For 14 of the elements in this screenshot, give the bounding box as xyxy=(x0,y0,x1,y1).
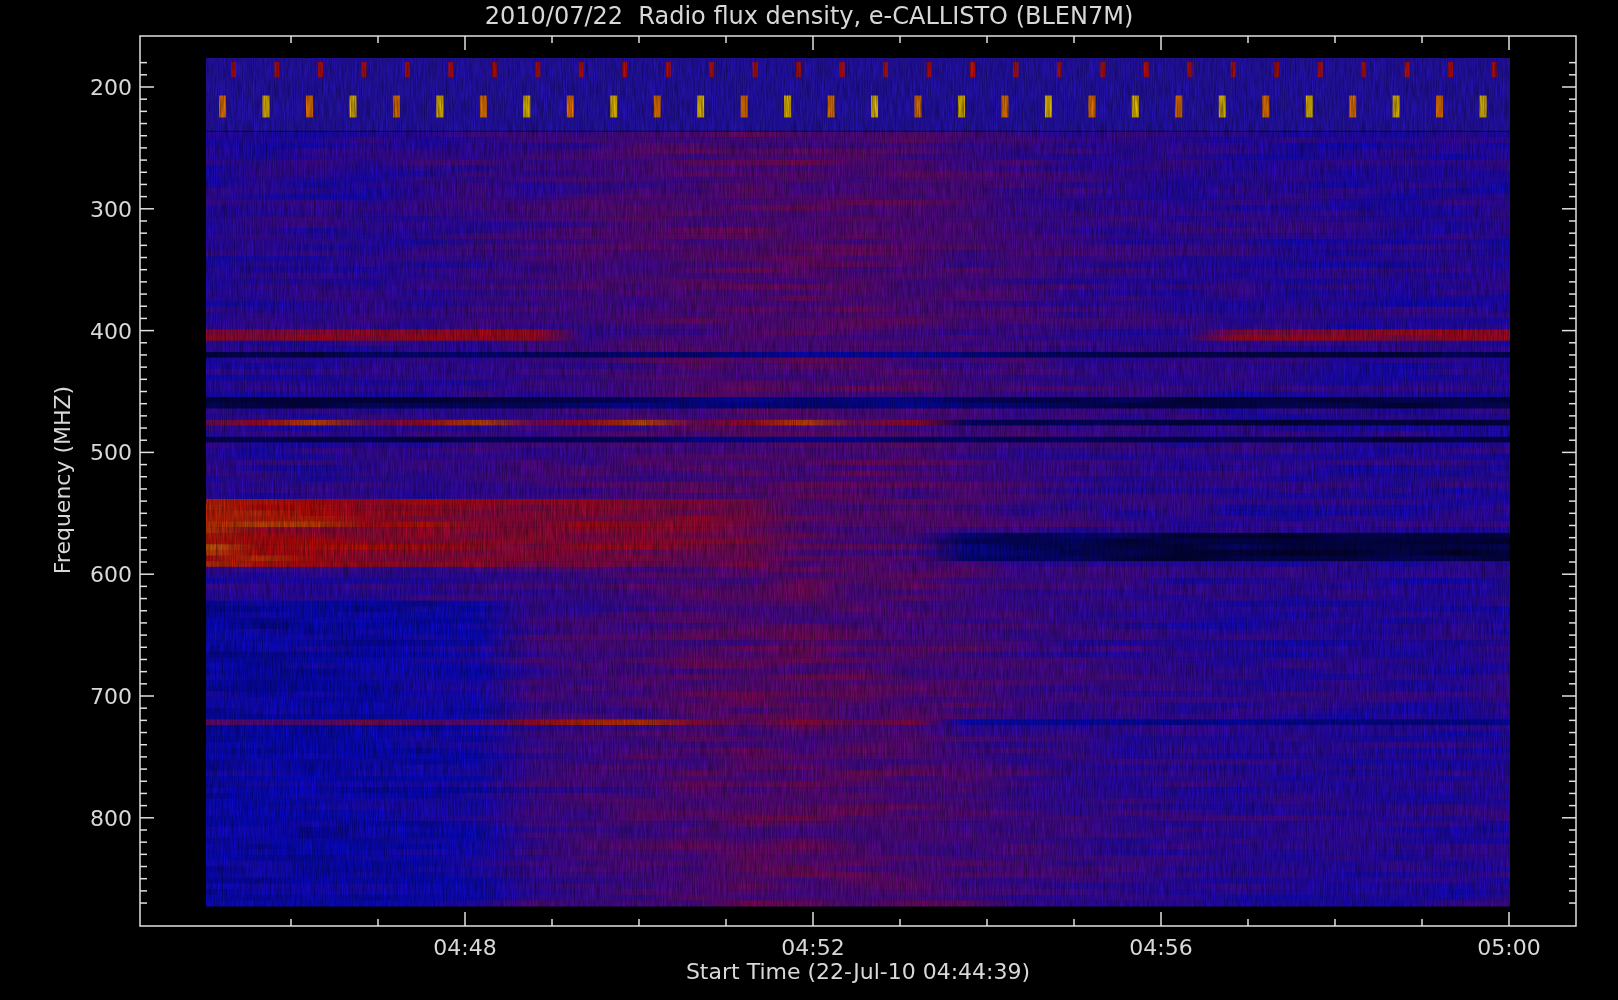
x-tick-label: 05:00 xyxy=(1477,935,1541,960)
chart-title: 2010/07/22 Radio flux density, e-CALLISTO (BLEN7M) xyxy=(484,1,1134,32)
x-axis-label: Start Time (22-Jul-10 04:44:39) xyxy=(685,959,1031,984)
x-tick-label: 04:56 xyxy=(1129,935,1193,960)
y-axis-label: Frequency (MHZ) xyxy=(50,385,75,575)
x-tick-label: 04:48 xyxy=(433,935,497,960)
y-tick-label: 500 xyxy=(90,440,132,466)
x-tick-label: 04:52 xyxy=(781,935,845,960)
y-tick-label: 800 xyxy=(90,805,132,831)
y-tick-label: 300 xyxy=(90,196,132,222)
y-tick-label: 400 xyxy=(90,318,132,344)
y-tick-label: 200 xyxy=(90,75,132,100)
y-tick-label: 600 xyxy=(90,562,132,588)
y-tick-label: 700 xyxy=(90,684,132,709)
